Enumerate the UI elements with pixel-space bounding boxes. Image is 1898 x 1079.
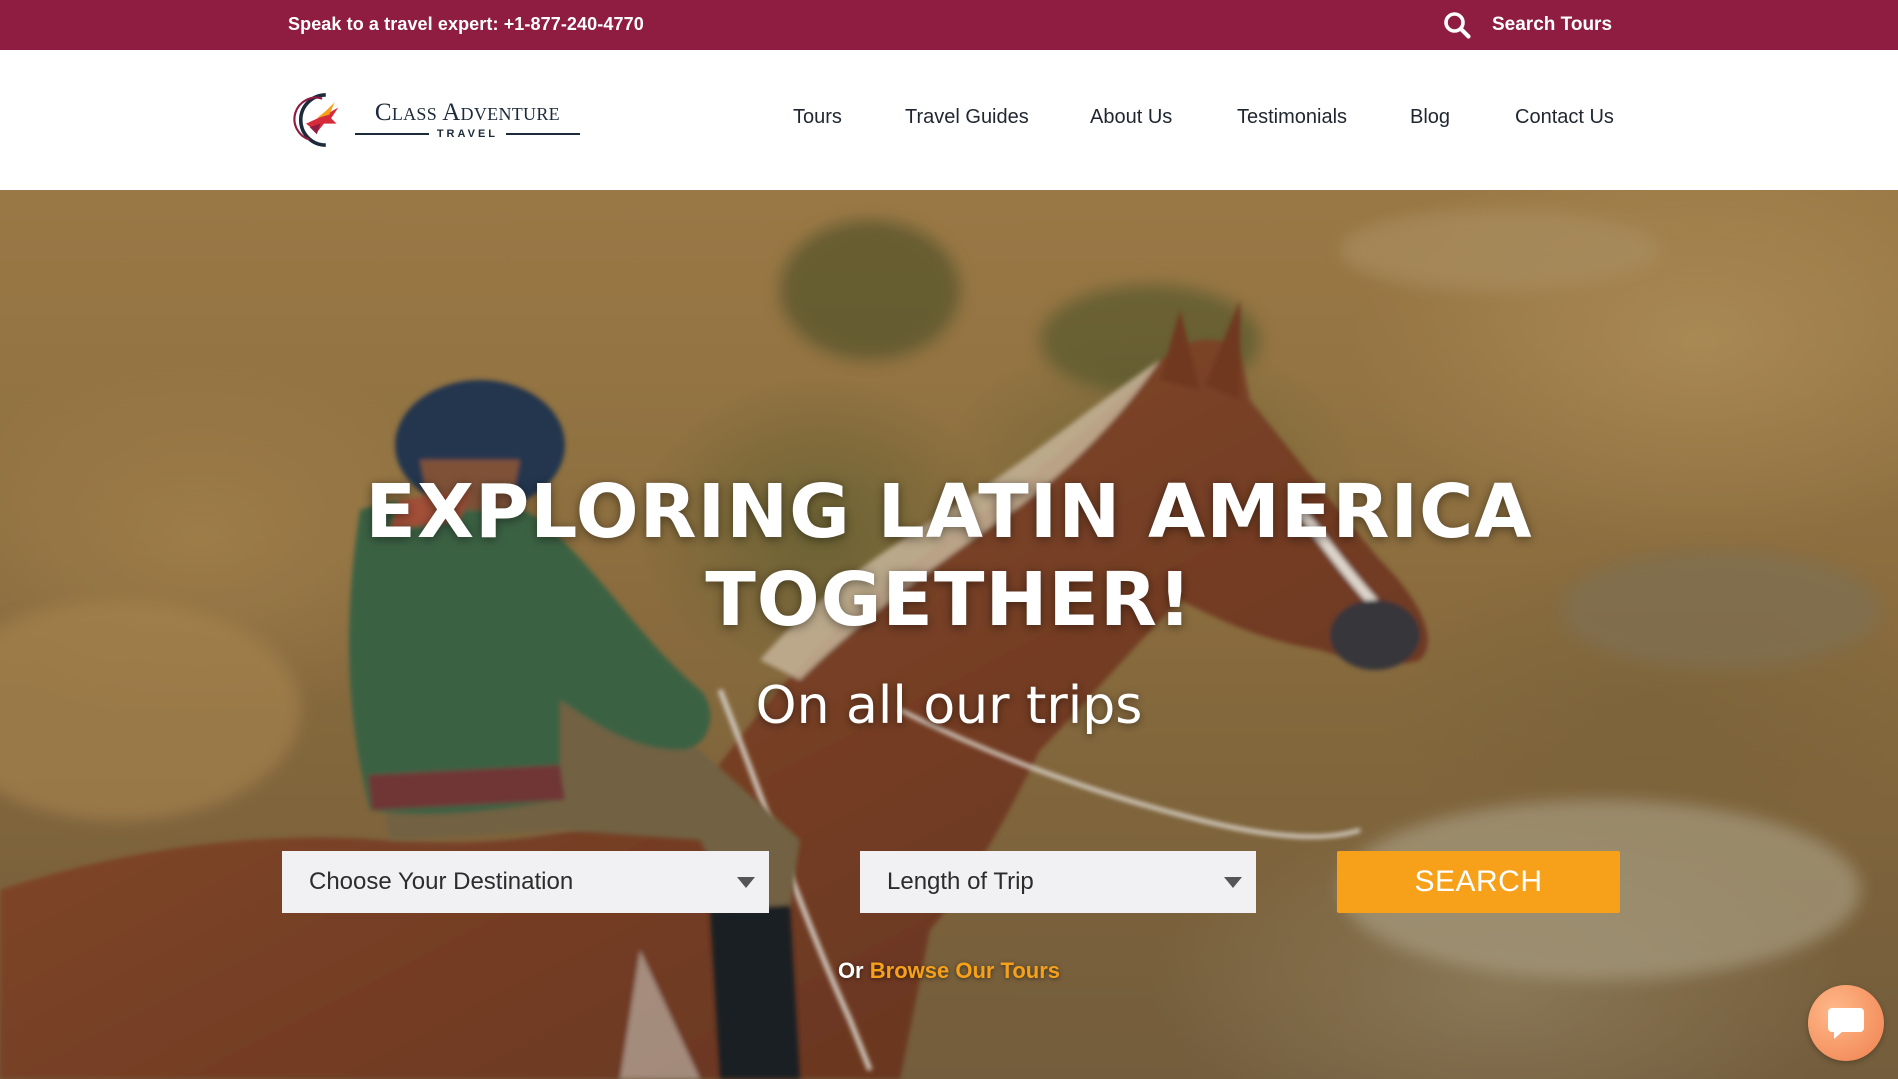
browse-tours-link[interactable]: Browse Our Tours <box>870 958 1060 983</box>
search-tours-link[interactable]: Search Tours <box>1442 8 1612 42</box>
nav-about-us[interactable]: About Us <box>1090 106 1172 129</box>
chevron-down-icon <box>737 877 755 888</box>
search-tours-label: Search Tours <box>1492 14 1613 35</box>
nav-testimonials[interactable]: Testimonials <box>1237 106 1347 129</box>
browse-prefix: Or <box>837 958 864 983</box>
destination-select-label: Choose Your Destination <box>309 868 574 895</box>
nav-blog[interactable]: Blog <box>1410 106 1450 129</box>
nav-tours[interactable]: Tours <box>793 106 842 129</box>
search-button[interactable]: SEARCH <box>1337 851 1620 913</box>
chat-bubble-icon <box>1828 1008 1864 1039</box>
main-nav: Tours Travel Guides About Us Testimonial… <box>0 106 1898 136</box>
top-bar: Speak to a travel expert: +1-877-240-477… <box>0 0 1898 50</box>
chevron-down-icon <box>1224 877 1242 888</box>
search-icon <box>1444 12 1471 39</box>
phone-contact-text[interactable]: Speak to a travel expert: +1-877-240-477… <box>288 14 644 35</box>
hero-title-line2: TOGETHER! <box>705 557 1193 643</box>
destination-select[interactable]: Choose Your Destination <box>282 851 769 913</box>
hero-section: EXPLORING LATIN AMERICA TOGETHER! On all… <box>0 190 1898 1079</box>
browse-tours-line: Or Browse Our Tours <box>0 958 1898 984</box>
site-header: Class Adventure TRAVEL Tours Travel Guid… <box>0 50 1898 190</box>
hero-title: EXPLORING LATIN AMERICA TOGETHER! <box>0 468 1898 644</box>
trip-length-select[interactable]: Length of Trip <box>860 851 1256 913</box>
hero-title-line1: EXPLORING LATIN AMERICA <box>365 469 1533 555</box>
trip-length-select-label: Length of Trip <box>887 868 1034 895</box>
chat-widget-button[interactable] <box>1808 985 1884 1061</box>
nav-contact-us[interactable]: Contact Us <box>1515 106 1614 129</box>
hero-subtitle: On all our trips <box>755 676 1143 736</box>
nav-travel-guides[interactable]: Travel Guides <box>905 106 1029 129</box>
